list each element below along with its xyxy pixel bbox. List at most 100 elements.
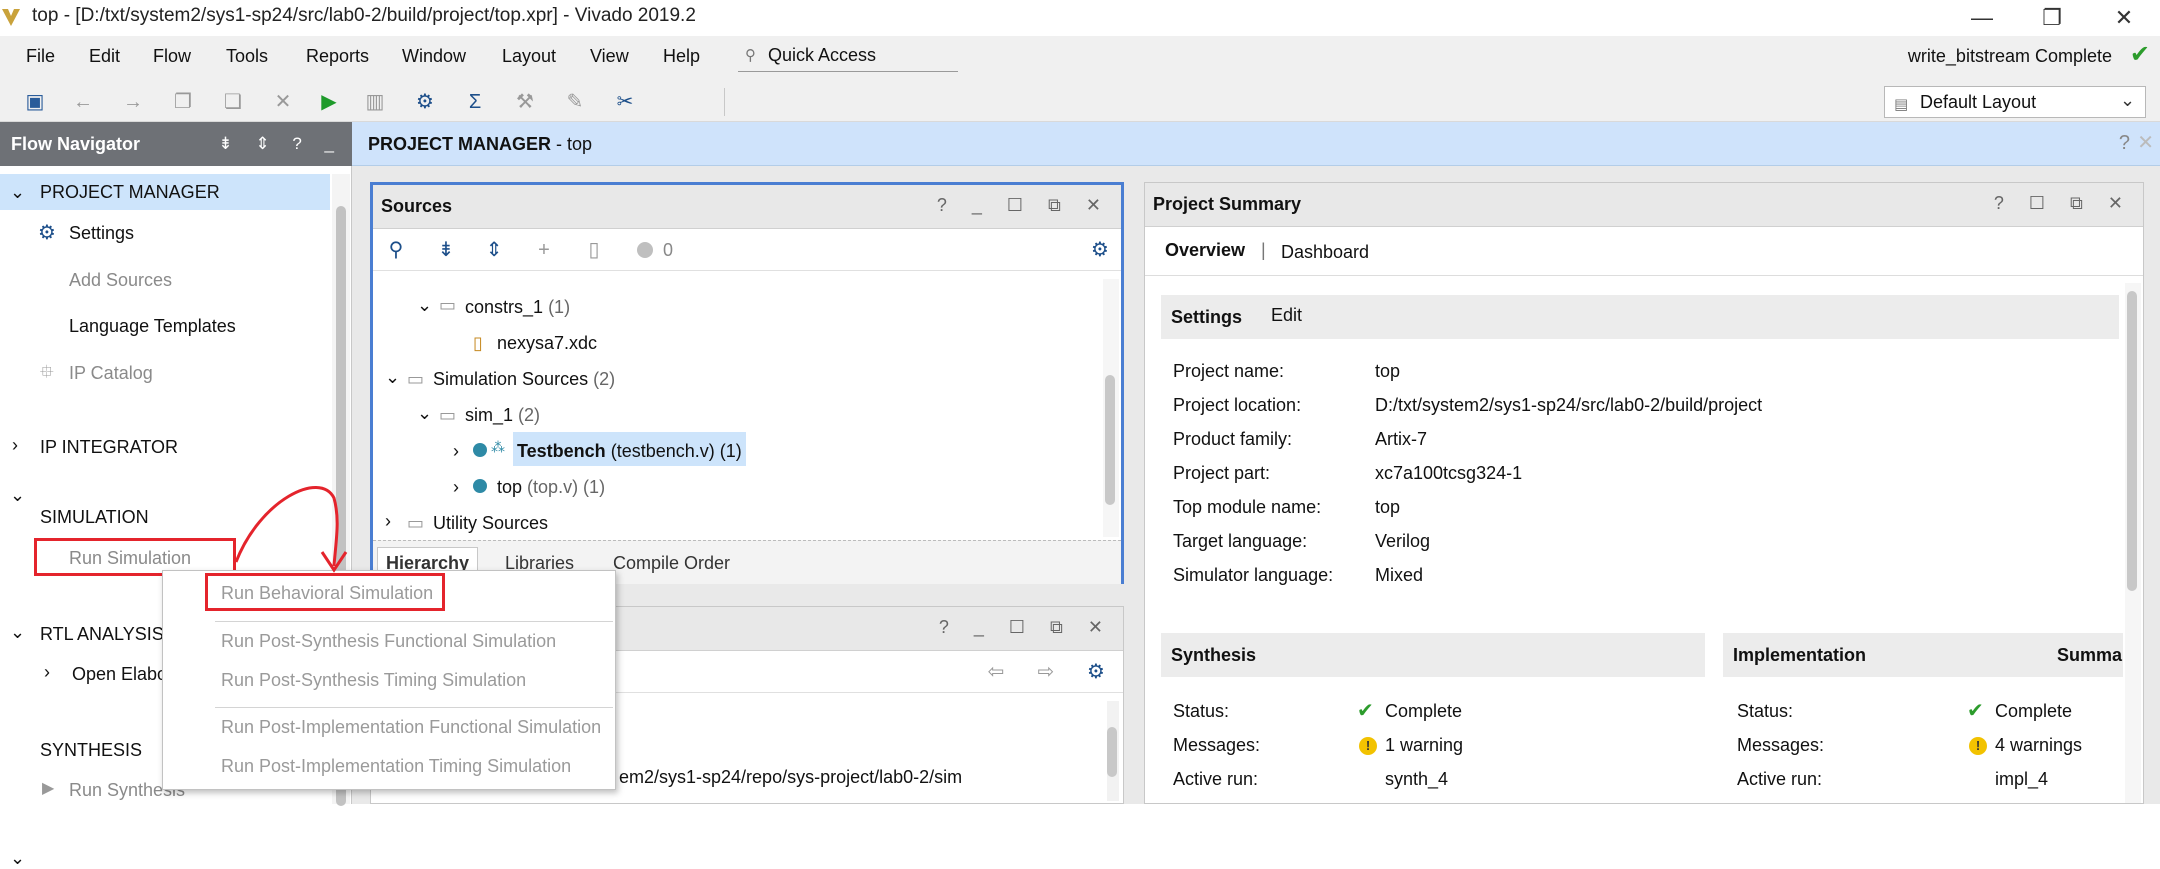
- menu-window[interactable]: Window: [402, 46, 466, 67]
- tool-a-icon[interactable]: ⚒: [510, 87, 540, 117]
- chevron-right-icon[interactable]: ›: [44, 662, 50, 683]
- menu-item-behavioral-sim[interactable]: Run Behavioral Simulation: [221, 583, 433, 604]
- menu-flow[interactable]: Flow: [153, 46, 191, 67]
- tool-c-icon[interactable]: ✂: [610, 87, 640, 117]
- nav-ip-integrator[interactable]: IP INTEGRATOR: [40, 437, 178, 458]
- menu-item-post-impl-func[interactable]: Run Post-Implementation Functional Simul…: [221, 717, 601, 738]
- menu-view[interactable]: View: [590, 46, 629, 67]
- nav-rtl-analysis[interactable]: RTL ANALYSIS: [40, 624, 164, 645]
- layout-select[interactable]: Default Layout: [1884, 86, 2146, 118]
- chevron-down-icon[interactable]: ⌄: [10, 622, 25, 643]
- program-icon[interactable]: ▥: [360, 87, 390, 117]
- tree-sim1[interactable]: sim_1 (2): [465, 405, 540, 426]
- menu-edit[interactable]: Edit: [89, 46, 120, 67]
- menu-item-post-impl-timing[interactable]: Run Post-Implementation Timing Simulatio…: [221, 756, 571, 777]
- arrow-right-icon[interactable]: ⇨: [1031, 657, 1061, 687]
- synth-active-link[interactable]: synth_4: [1385, 769, 1448, 790]
- ip-catalog-icon: ⯐: [40, 362, 54, 382]
- folder-icon: ▭: [439, 295, 457, 315]
- collapse-all-icon[interactable]: ⇟: [431, 235, 461, 265]
- panel-controls[interactable]: ? ☐ ⧉ ✕: [1994, 193, 2133, 214]
- tree-sim-sources[interactable]: Simulation Sources (2): [433, 369, 615, 390]
- panel-controls[interactable]: ? _ ☐ ⧉ ✕: [939, 617, 1113, 638]
- chevron-down-icon[interactable]: ⌄: [10, 848, 25, 869]
- menu-help[interactable]: Help: [663, 46, 700, 67]
- nav-add-sources[interactable]: Add Sources: [69, 270, 172, 291]
- menu-file[interactable]: File: [26, 46, 55, 67]
- gear-icon[interactable]: ⚙: [1085, 235, 1115, 265]
- row-label: Simulator language:: [1173, 565, 1334, 585]
- properties-icon[interactable]: ▯: [579, 235, 609, 265]
- chevron-down-icon[interactable]: ⌄: [385, 367, 400, 388]
- project-part-link[interactable]: xc7a100tcsg324-1: [1375, 463, 1522, 484]
- nav-open-elaborated[interactable]: Open Elabo: [72, 664, 167, 685]
- menu-reports[interactable]: Reports: [306, 46, 369, 67]
- chevron-down-icon[interactable]: ⌄: [10, 485, 25, 506]
- nav-synthesis[interactable]: SYNTHESIS: [40, 740, 142, 761]
- minimize-button[interactable]: —: [1962, 2, 2002, 34]
- chevron-down-icon[interactable]: ⌄: [10, 182, 25, 203]
- delete-icon[interactable]: ✕: [268, 87, 298, 117]
- quick-access-input[interactable]: Quick Access: [738, 40, 958, 72]
- nav-run-simulation[interactable]: Run Simulation: [69, 548, 191, 569]
- row-value: Artix-7: [1375, 429, 1428, 449]
- tree-xdc[interactable]: nexysa7.xdc: [497, 333, 597, 354]
- copy-icon[interactable]: ❐: [168, 87, 198, 117]
- maximize-button[interactable]: ❐: [2032, 2, 2072, 34]
- impl-messages-link[interactable]: 4 warnings: [1995, 735, 2082, 756]
- flow-navigator-icons[interactable]: ⇟ ⇕ ? _: [218, 122, 343, 166]
- tab-dashboard[interactable]: Dashboard: [1281, 242, 1369, 263]
- target-language-link[interactable]: Verilog: [1375, 531, 1430, 552]
- chevron-down-icon[interactable]: ⌄: [417, 295, 432, 316]
- nav-project-manager[interactable]: PROJECT MANAGER: [40, 182, 220, 203]
- nav-simulation[interactable]: SIMULATION: [40, 507, 149, 528]
- synth-messages-link[interactable]: 1 warning: [1385, 735, 1463, 756]
- help-icon[interactable]: ?: [2119, 132, 2130, 155]
- tree-testbench[interactable]: Testbench (testbench.v) (1): [517, 441, 742, 462]
- tab-compile-order[interactable]: Compile Order: [613, 553, 730, 574]
- nav-settings[interactable]: Settings: [69, 223, 134, 244]
- badge-count: 0: [663, 240, 674, 260]
- scrollbar-thumb[interactable]: [2127, 291, 2137, 591]
- menu-layout[interactable]: Layout: [502, 46, 556, 67]
- edit-link[interactable]: Edit: [1271, 305, 1302, 326]
- add-icon[interactable]: +: [529, 235, 559, 265]
- chevron-right-icon[interactable]: ›: [453, 441, 459, 462]
- menu-tools[interactable]: Tools: [226, 46, 268, 67]
- run-icon[interactable]: ▶: [314, 87, 344, 117]
- tab-overview[interactable]: Overview: [1165, 240, 1245, 261]
- menu-item-post-synth-timing[interactable]: Run Post-Synthesis Timing Simulation: [221, 670, 526, 691]
- open-project-icon[interactable]: ▣: [20, 87, 50, 117]
- settings-gear-icon[interactable]: ⚙: [410, 87, 440, 117]
- nav-language-templates[interactable]: Language Templates: [69, 316, 236, 337]
- chevron-right-icon[interactable]: ›: [385, 511, 391, 532]
- scrollbar-thumb[interactable]: [1107, 727, 1117, 777]
- close-icon[interactable]: ✕: [2137, 130, 2154, 155]
- scrollbar-thumb[interactable]: [1105, 375, 1115, 505]
- gear-icon[interactable]: ⚙: [1081, 657, 1111, 687]
- search-icon[interactable]: ⚲: [381, 235, 411, 265]
- nav-ip-catalog[interactable]: IP Catalog: [69, 363, 153, 384]
- tree-constrs[interactable]: constrs_1 (1): [465, 297, 570, 318]
- top-module-link[interactable]: top: [1375, 497, 1400, 518]
- arrow-left-icon[interactable]: ⇦: [981, 657, 1011, 687]
- expand-all-icon[interactable]: ⇕: [479, 235, 509, 265]
- panel-controls[interactable]: ? _ ☐ ⧉ ✕: [937, 195, 1111, 216]
- chevron-right-icon[interactable]: ›: [12, 435, 18, 456]
- menu-item-post-synth-func[interactable]: Run Post-Synthesis Functional Simulation: [221, 631, 556, 652]
- close-window-button[interactable]: ✕: [2104, 2, 2144, 34]
- undo-icon[interactable]: ←: [68, 87, 98, 117]
- paste-icon[interactable]: ❏: [218, 87, 248, 117]
- sigma-icon[interactable]: Σ: [460, 87, 490, 117]
- tool-b-icon[interactable]: ✎: [560, 87, 590, 117]
- impl-active-link[interactable]: impl_4: [1995, 769, 2048, 790]
- simulator-language-link[interactable]: Mixed: [1375, 565, 1423, 586]
- annotation-arrow-icon: [234, 486, 348, 573]
- redo-icon[interactable]: →: [118, 87, 148, 117]
- tree-utility[interactable]: Utility Sources: [433, 513, 548, 534]
- run-icon: ▶: [42, 780, 55, 797]
- status-text: write_bitstream Complete: [1907, 46, 2112, 66]
- chevron-down-icon[interactable]: ⌄: [417, 403, 432, 424]
- chevron-right-icon[interactable]: ›: [453, 477, 459, 498]
- tree-top[interactable]: top (top.v) (1): [497, 477, 605, 498]
